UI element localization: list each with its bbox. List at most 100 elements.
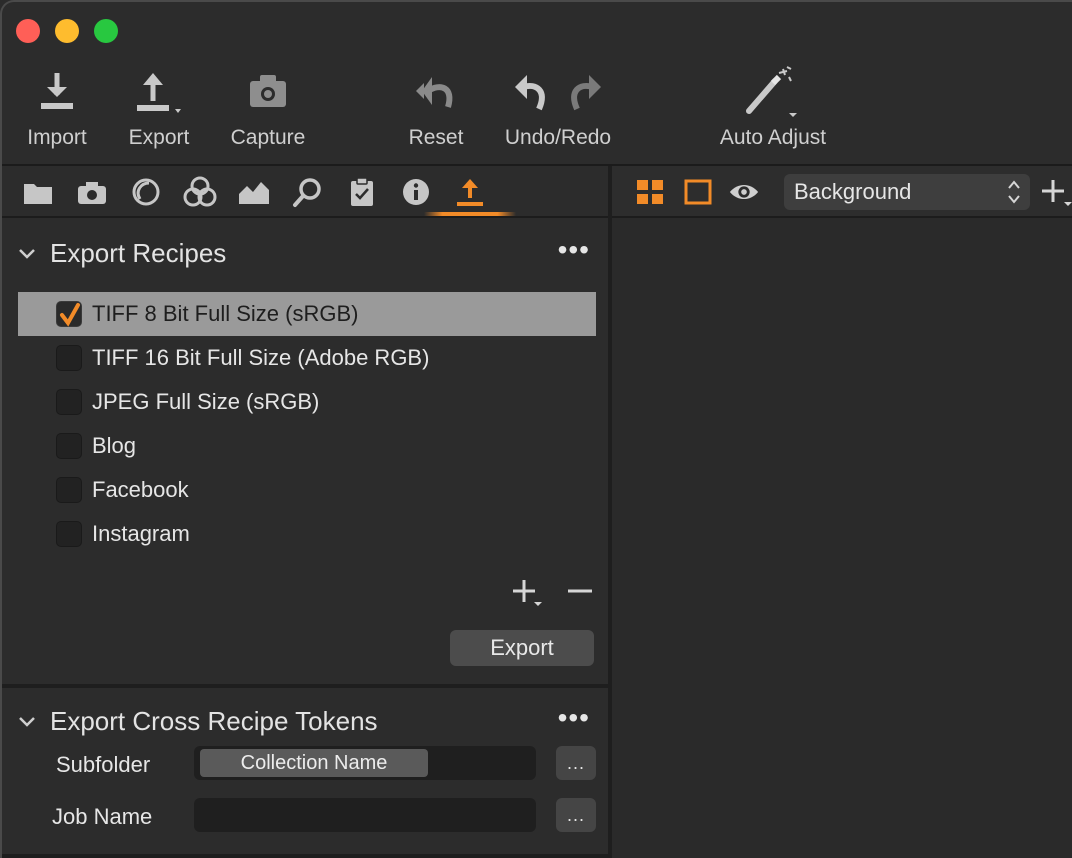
color-icon <box>183 176 217 207</box>
viewer-panel: Background <box>612 166 1072 858</box>
import-label: Import <box>27 126 87 149</box>
recipe-row[interactable]: TIFF 16 Bit Full Size (Adobe RGB) <box>18 336 596 380</box>
chevron-down-icon[interactable] <box>16 242 38 264</box>
window-controls <box>16 19 118 43</box>
capture-button[interactable]: Capture <box>224 60 312 150</box>
layer-select[interactable]: Background <box>784 174 1030 210</box>
job-name-row: Job Name ... <box>2 798 608 838</box>
capture-label: Capture <box>230 126 306 149</box>
recipe-checkbox[interactable] <box>56 301 82 327</box>
single-view-icon <box>684 179 712 205</box>
job-name-field[interactable] <box>194 798 536 832</box>
recipe-checkbox[interactable] <box>56 477 82 503</box>
grid-view-icon <box>637 180 663 204</box>
subfolder-row: Subfolder Collection Name ... <box>2 746 608 786</box>
tab-adjustments[interactable] <box>342 172 382 212</box>
recipe-label: Facebook <box>92 477 189 502</box>
reset-icon <box>414 60 458 122</box>
subfolder-token-picker-button[interactable]: ... <box>556 746 596 780</box>
add-layer-button[interactable] <box>1040 176 1072 213</box>
tab-exposure[interactable] <box>234 172 274 212</box>
tokens-header[interactable]: Export Cross Recipe Tokens ••• <box>2 696 608 748</box>
reset-label: Reset <box>408 126 464 149</box>
undo-icon[interactable] <box>511 69 549 113</box>
recipe-checkbox[interactable] <box>56 433 82 459</box>
minus-icon <box>568 589 592 593</box>
recipe-row[interactable]: Blog <box>18 424 596 468</box>
tab-details[interactable] <box>288 172 328 212</box>
export-button[interactable]: Export <box>450 630 594 666</box>
recipe-label: TIFF 16 Bit Full Size (Adobe RGB) <box>92 345 430 370</box>
add-recipe-button[interactable] <box>510 576 544 613</box>
collection-name-token[interactable]: Collection Name <box>200 749 428 777</box>
export-icon <box>457 179 483 206</box>
undo-redo-control: Undo/Redo <box>496 60 620 150</box>
import-button[interactable]: Import <box>20 60 94 150</box>
layer-select-value: Background <box>794 179 912 204</box>
recipe-label: TIFF 8 Bit Full Size (sRGB) <box>92 301 359 326</box>
redo-icon[interactable] <box>567 69 605 113</box>
export-toolbar-icon <box>131 60 187 122</box>
app-window: Import Export Capture Reset Undo/Redo Au… <box>0 0 1072 858</box>
recipe-checkbox[interactable] <box>56 389 82 415</box>
export-toolbar-label: Export <box>128 126 190 149</box>
subfolder-label: Subfolder <box>56 752 151 777</box>
grid-view-button[interactable] <box>634 176 666 208</box>
recipe-row[interactable]: TIFF 8 Bit Full Size (sRGB) <box>18 292 596 336</box>
auto-adjust-button[interactable]: Auto Adjust <box>710 60 836 150</box>
subfolder-field[interactable]: Collection Name <box>194 746 536 780</box>
auto-adjust-label: Auto Adjust <box>719 126 827 149</box>
maximize-window-button[interactable] <box>94 19 118 43</box>
adjustments-clipboard-icon <box>351 177 373 206</box>
recipe-checkbox[interactable] <box>56 521 82 547</box>
tab-lens[interactable] <box>126 172 166 212</box>
export-recipes-title: Export Recipes <box>50 238 227 268</box>
plus-icon <box>513 580 542 606</box>
job-name-token-picker-button[interactable]: ... <box>556 798 596 832</box>
tab-capture[interactable] <box>72 172 112 212</box>
select-arrows-icon <box>1008 180 1020 204</box>
export-recipes-header[interactable]: Export Recipes ••• <box>2 228 608 280</box>
tab-output[interactable] <box>450 172 490 212</box>
tab-color[interactable] <box>180 172 220 212</box>
capture-camera-icon <box>246 60 290 122</box>
tokens-title: Export Cross Recipe Tokens <box>50 706 378 736</box>
import-icon <box>37 60 77 122</box>
chevron-down-icon[interactable] <box>16 710 38 732</box>
metadata-icon <box>403 179 429 205</box>
eye-icon <box>729 184 759 200</box>
recipe-label: Blog <box>92 433 137 458</box>
tool-panel: Export Recipes ••• TIFF 8 Bit Full Size … <box>2 166 608 858</box>
active-tab-indicator <box>424 212 516 216</box>
exposure-icon <box>239 182 269 204</box>
recipe-row[interactable]: JPEG Full Size (sRGB) <box>18 380 596 424</box>
bottom-divider <box>2 854 608 858</box>
section-divider <box>2 684 608 688</box>
checkmark-icon <box>60 303 80 327</box>
minimize-window-button[interactable] <box>55 19 79 43</box>
remove-recipe-button[interactable] <box>566 576 594 613</box>
export-toolbar-button[interactable]: Export <box>122 60 196 150</box>
recipe-checkbox[interactable] <box>56 345 82 371</box>
tab-metadata[interactable] <box>396 172 436 212</box>
details-icon <box>293 178 321 207</box>
main-toolbar: Import Export Capture Reset Undo/Redo Au… <box>2 60 1072 164</box>
magic-wand-icon <box>743 60 803 122</box>
close-window-button[interactable] <box>16 19 40 43</box>
undo-redo-label: Undo/Redo <box>504 126 612 149</box>
tab-library[interactable] <box>18 172 58 212</box>
lens-icon <box>132 178 160 206</box>
camera-icon <box>78 182 106 204</box>
tokens-more-button[interactable]: ••• <box>558 702 590 734</box>
recipe-label: Instagram <box>92 521 190 546</box>
export-recipes-more-button[interactable]: ••• <box>558 234 590 266</box>
plus-icon <box>1042 180 1072 206</box>
single-view-button[interactable] <box>682 176 714 208</box>
reset-button[interactable]: Reset <box>402 60 470 150</box>
folder-icon <box>24 184 52 204</box>
recipe-label: JPEG Full Size (sRGB) <box>92 389 320 414</box>
job-name-label: Job Name <box>52 804 153 829</box>
proof-view-button[interactable] <box>728 176 760 208</box>
recipe-row[interactable]: Instagram <box>18 512 596 556</box>
recipe-row[interactable]: Facebook <box>18 468 596 512</box>
